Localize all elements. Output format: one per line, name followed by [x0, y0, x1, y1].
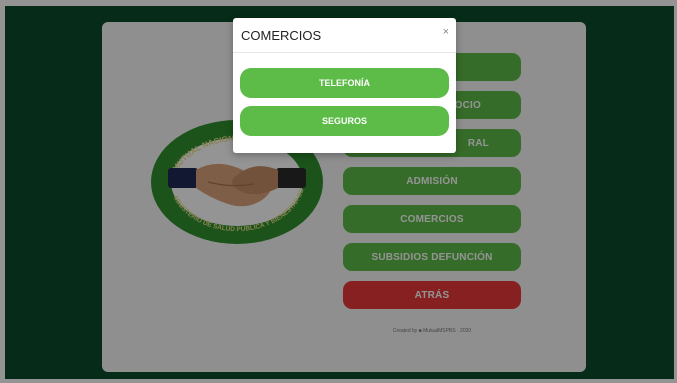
- comercios-modal: COMERCIOS × TELEFONÍA SEGUROS: [233, 18, 456, 153]
- modal-title: COMERCIOS: [241, 28, 322, 43]
- telefonia-button[interactable]: TELEFONÍA: [240, 68, 449, 98]
- close-icon[interactable]: ×: [443, 26, 449, 38]
- modal-header: COMERCIOS ×: [233, 18, 456, 53]
- seguros-button[interactable]: SEGUROS: [240, 106, 449, 136]
